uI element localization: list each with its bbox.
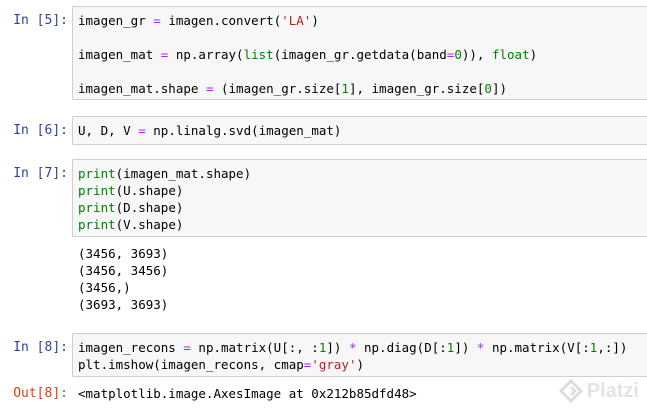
input-prompt: In [8]:: [13, 340, 68, 355]
code-line: print(imagen_mat.shape): [78, 165, 647, 182]
code-token: ]): [326, 340, 349, 355]
code-token: print: [78, 183, 116, 198]
code-line: print(D.shape): [78, 199, 647, 216]
code-token: np.linalg.svd(imagen_mat): [145, 123, 342, 138]
code-token: print: [78, 217, 116, 232]
code-line: U, D, V = np.linalg.svd(imagen_mat): [78, 122, 647, 139]
code-token: imagen_gr: [78, 13, 154, 28]
code-cell-5[interactable]: In [5]: imagen_gr = imagen.convert('LA')…: [0, 6, 647, 100]
code-token: 0: [484, 81, 492, 96]
stdout-line: (3456,): [78, 280, 131, 295]
code-token: 'gray': [311, 357, 357, 372]
code-token: 1: [341, 81, 349, 96]
input-prompt: In [6]:: [13, 123, 68, 138]
code-token: plt.imshow(imagen_recons, cmap: [78, 357, 304, 372]
platzi-watermark: Platzi: [558, 379, 639, 403]
code-line: print(U.shape): [78, 182, 647, 199]
stdout-line: (3456, 3693): [78, 246, 169, 261]
code-token: np.diag(D[:: [356, 340, 447, 355]
code-token: 0: [454, 47, 462, 62]
code-token: ], imagen_gr.size[: [348, 81, 485, 96]
code-token: (U.shape): [115, 183, 184, 198]
code-line: imagen_mat.shape = (imagen_gr.size[1], i…: [78, 80, 647, 97]
code-line: imagen_gr = imagen.convert('LA'): [78, 12, 647, 29]
platzi-logo-icon: [558, 379, 583, 403]
code-token: imagen.convert(: [160, 13, 282, 28]
code-input[interactable]: U, D, V = np.linalg.svd(imagen_mat): [72, 116, 647, 145]
code-token: (V.shape): [115, 217, 184, 232]
code-cell-8[interactable]: In [8]: imagen_recons = np.matrix(U[:, :…: [0, 333, 647, 405]
code-token: ): [529, 47, 538, 62]
code-token: ]): [491, 81, 507, 96]
code-input[interactable]: print(imagen_mat.shape) print(U.shape) pri…: [72, 159, 647, 237]
code-token: ): [356, 357, 364, 372]
cell-output: (3456, 3693) (3456, 3456) (3456,) (3693, 36…: [78, 245, 647, 313]
code-token: =: [138, 123, 146, 138]
code-token: np.matrix(V[:: [484, 340, 590, 355]
code-token: list: [243, 47, 274, 62]
code-token: ,:]): [597, 340, 628, 355]
code-token: np.matrix(U[:, :: [190, 340, 319, 355]
code-token: (D.shape): [115, 200, 184, 215]
stdout-line: (3693, 3693): [78, 297, 169, 312]
code-input[interactable]: imagen_gr = imagen.convert('LA') imagen_m…: [72, 6, 647, 100]
input-prompt: In [5]:: [13, 13, 68, 28]
code-token: )),: [461, 47, 492, 62]
code-cell-6[interactable]: In [6]: U, D, V = np.linalg.svd(imagen_m…: [0, 116, 647, 145]
code-cell-7[interactable]: In [7]: print(imagen_mat.shape) print(U.s…: [0, 159, 647, 317]
code-line: imagen_recons = np.matrix(U[:, :1]) * np…: [78, 339, 647, 356]
code-token: (imagen_mat.shape): [115, 166, 252, 181]
code-token: imagen_mat: [78, 47, 161, 62]
code-token: (imagen_gr.getdata(band: [273, 47, 447, 62]
code-token: (imagen_gr.size[: [213, 81, 342, 96]
code-token: =: [183, 340, 191, 355]
code-token: U, D, V: [78, 123, 139, 138]
stdout-line: (3456, 3456): [78, 263, 169, 278]
code-token: print: [78, 200, 116, 215]
code-token: ]): [454, 340, 477, 355]
code-token: np.array(: [168, 47, 244, 62]
code-input[interactable]: imagen_recons = np.matrix(U[:, :1]) * np…: [72, 333, 647, 377]
code-token: ): [311, 13, 319, 28]
code-token: float: [491, 47, 530, 62]
code-token: imagen_recons: [78, 340, 184, 355]
input-prompt: In [7]:: [13, 166, 68, 181]
code-token: imagen_mat.shape: [78, 81, 206, 96]
code-token: print: [78, 166, 116, 181]
code-line: plt.imshow(imagen_recons, cmap='gray'): [78, 356, 647, 373]
code-line: imagen_mat = np.array(list(imagen_gr.get…: [78, 46, 647, 63]
code-token: 'LA': [281, 13, 312, 28]
output-prompt: Out[8]:: [13, 386, 68, 401]
watermark-text: Platzi: [586, 379, 639, 402]
code-line: print(V.shape): [78, 216, 647, 233]
code-token: =: [153, 13, 161, 28]
